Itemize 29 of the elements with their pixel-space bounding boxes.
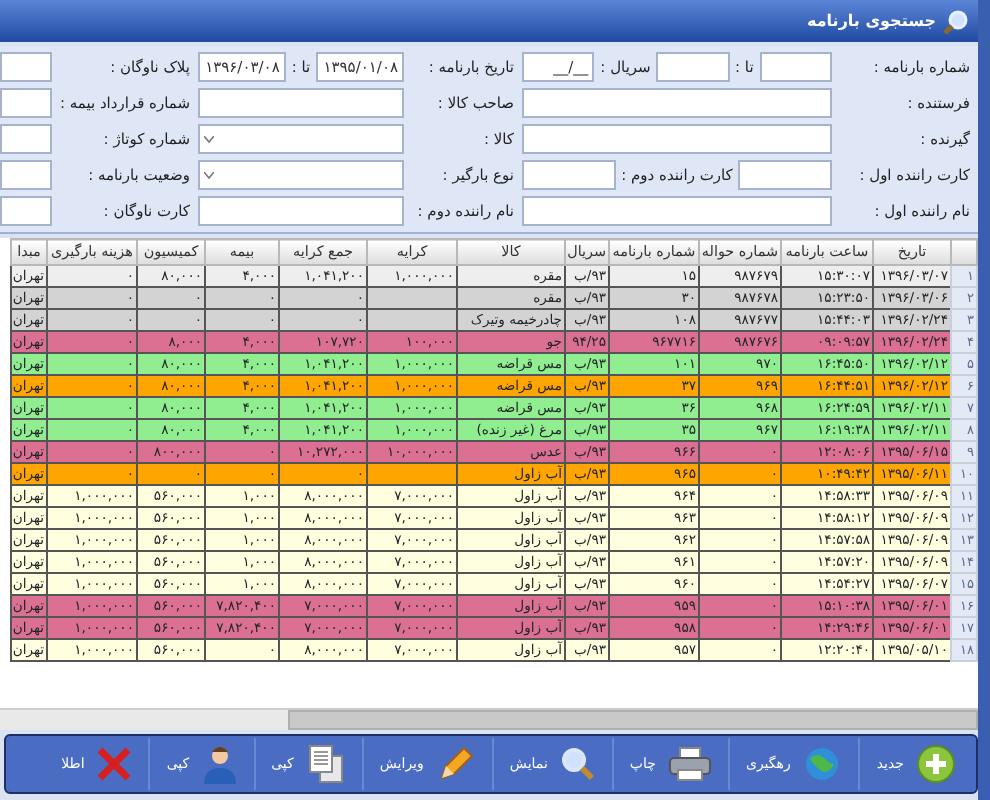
- input-field[interactable]: [0, 52, 52, 82]
- globe-icon: [802, 744, 843, 784]
- dropdown-field[interactable]: [198, 124, 404, 154]
- printer-icon: [667, 746, 712, 782]
- search-icon: [942, 7, 970, 35]
- caret-icon: [204, 171, 214, 179]
- input-field[interactable]: [522, 160, 616, 190]
- input-field[interactable]: [0, 196, 52, 226]
- input-field[interactable]: [522, 196, 832, 226]
- input-field[interactable]: [759, 52, 832, 82]
- input-field[interactable]: [0, 160, 52, 190]
- person-icon: [201, 744, 238, 784]
- close-icon: [96, 746, 133, 782]
- input-field[interactable]: [522, 88, 832, 118]
- input-field[interactable]: [0, 124, 52, 154]
- input-field[interactable]: [656, 52, 730, 82]
- input-field[interactable]: [522, 124, 832, 154]
- input-field[interactable]: [198, 88, 404, 118]
- window-title: جستجوی بارنامه: [807, 9, 936, 33]
- documents-icon: [305, 744, 346, 784]
- pencil-icon: [435, 744, 476, 784]
- caret-icon: [204, 135, 214, 143]
- input-field[interactable]: [738, 160, 832, 190]
- scrollbar[interactable]: [0, 708, 978, 730]
- dropdown-field[interactable]: [198, 160, 404, 190]
- add-icon: [916, 744, 956, 784]
- search-icon: [559, 746, 596, 782]
- input-field[interactable]: [198, 196, 404, 226]
- input-field[interactable]: [0, 88, 52, 118]
